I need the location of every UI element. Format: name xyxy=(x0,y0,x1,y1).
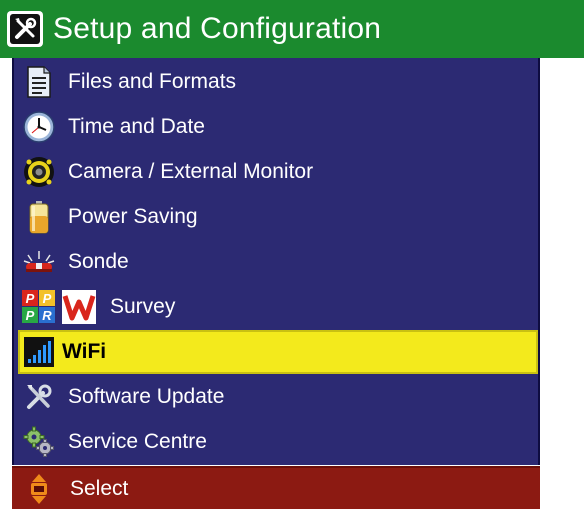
tools-icon xyxy=(7,11,43,47)
menu-item-label: Files and Formats xyxy=(68,70,237,93)
camera-lens-icon xyxy=(22,155,56,189)
menu-item-label: Service Centre xyxy=(68,430,207,453)
menu-item-label: Survey xyxy=(110,295,176,318)
battery-icon xyxy=(22,200,56,234)
menu-item-label: Time and Date xyxy=(68,115,205,138)
title-bar: Setup and Configuration xyxy=(0,0,584,58)
menu-item-power-saving[interactable]: Power Saving xyxy=(16,195,538,239)
ok-scroll-icon xyxy=(26,472,52,506)
svg-text:R: R xyxy=(42,308,52,323)
svg-text:P: P xyxy=(43,291,52,306)
menu-panel: Files and Formats Time and Date Camera /… xyxy=(12,58,540,465)
menu-item-label: Power Saving xyxy=(68,205,198,228)
survey-logo-icon: P P P R xyxy=(22,290,100,324)
gears-icon xyxy=(22,425,56,459)
menu-item-label: Sonde xyxy=(68,250,129,273)
menu-item-label: Camera / External Monitor xyxy=(68,160,314,183)
page-title: Setup and Configuration xyxy=(53,12,382,45)
menu-item-wifi[interactable]: WiFi xyxy=(18,330,538,374)
clock-icon xyxy=(22,110,56,144)
menu-item-label: Software Update xyxy=(68,385,225,408)
document-icon xyxy=(22,65,56,99)
svg-text:P: P xyxy=(26,291,35,306)
menu-item-time-and-date[interactable]: Time and Date xyxy=(16,105,538,149)
menu-item-service-centre[interactable]: Service Centre xyxy=(16,420,538,464)
menu-item-survey[interactable]: P P P R Survey xyxy=(16,285,538,329)
select-hint[interactable]: Select xyxy=(70,477,128,501)
menu-item-sonde[interactable]: Sonde xyxy=(16,240,538,284)
signal-bars-icon xyxy=(24,337,54,367)
footer-bar: Select xyxy=(12,466,540,509)
menu-item-software-update[interactable]: Software Update xyxy=(16,375,538,419)
sonde-icon xyxy=(22,245,56,279)
svg-text:P: P xyxy=(26,308,35,323)
menu-item-files-and-formats[interactable]: Files and Formats xyxy=(16,60,538,104)
menu-item-label: WiFi xyxy=(62,340,107,363)
menu-item-camera-external-monitor[interactable]: Camera / External Monitor xyxy=(16,150,538,194)
wrench-screwdriver-icon xyxy=(22,380,56,414)
